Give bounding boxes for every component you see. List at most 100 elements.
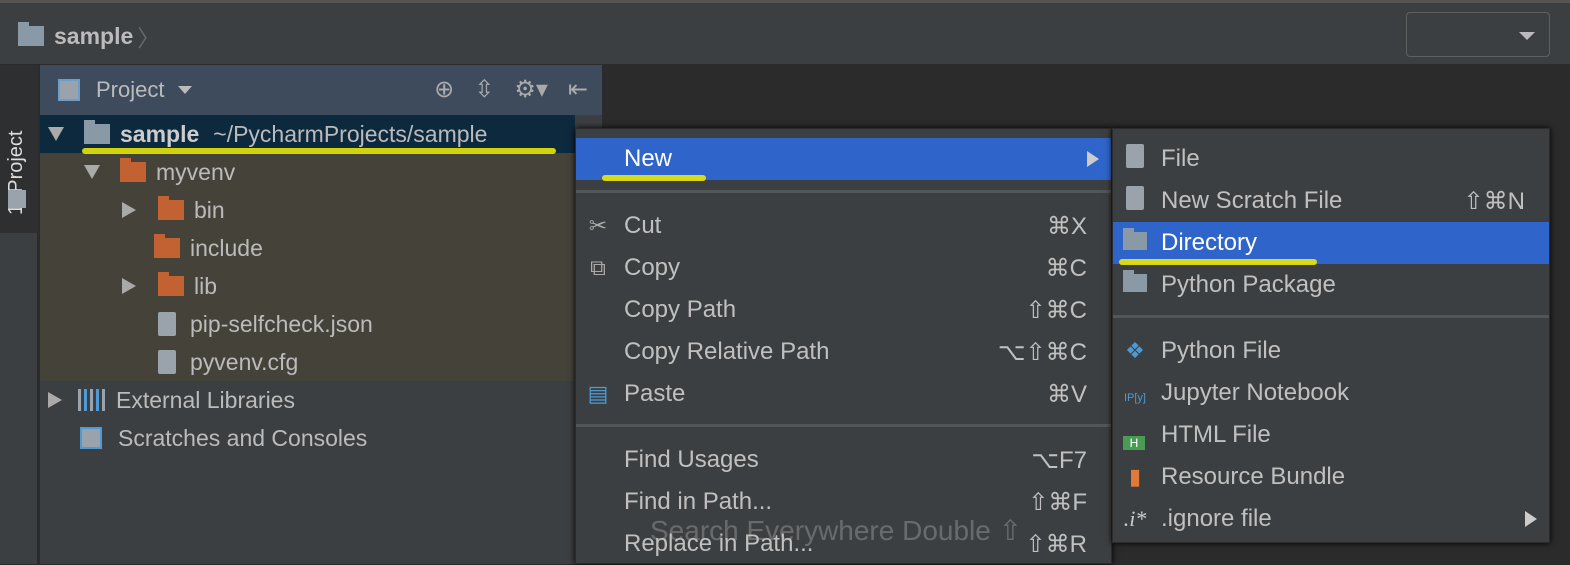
tree-item-lib[interactable]: lib (40, 267, 602, 305)
menu-item-cut[interactable]: ✂ Cut ⌘X (576, 205, 1111, 247)
paste-icon: ▤ (587, 381, 609, 406)
chevron-down-icon[interactable] (178, 86, 193, 94)
menu-item-shortcut: ⇧⌘R (1025, 530, 1087, 558)
menu-item-label: Cut (624, 212, 662, 239)
tree-item-external-libraries[interactable]: External Libraries (40, 381, 602, 419)
tree-item-label: External Libraries (116, 386, 295, 413)
run-config-dropdown[interactable] (1406, 12, 1550, 57)
project-view-icon (58, 79, 80, 101)
tree-item-pyvenv[interactable]: pyvenv.cfg (40, 343, 602, 381)
menu-item-label: Find Usages (624, 446, 759, 473)
annotation-underline (602, 175, 706, 181)
tree-item-scratches[interactable]: Scratches and Consoles (40, 419, 602, 457)
ignore-file-icon: .i* (1123, 506, 1147, 531)
menu-item-label: Copy Path (624, 296, 737, 323)
hide-panel-icon[interactable]: ⇤ (568, 75, 588, 104)
menu-item-label: HTML File (1161, 421, 1271, 448)
menu-item-shortcut: ⇧⌘F (1028, 488, 1087, 516)
menu-item-label: Copy Relative Path (624, 338, 830, 365)
expand-arrow-icon[interactable] (48, 392, 62, 408)
tree-item-label: include (190, 234, 263, 261)
scissors-icon: ✂ (588, 213, 608, 238)
submenu-item-file[interactable]: File (1113, 138, 1549, 180)
tool-window-stripe: 1: Project (0, 65, 38, 564)
json-file-icon (158, 312, 176, 336)
menu-item-shortcut: ⌘V (1046, 380, 1087, 408)
scratches-icon (80, 427, 102, 449)
menu-item-label: New (624, 145, 673, 172)
breadcrumb-item[interactable]: sample (54, 23, 133, 50)
menu-item-label: Jupyter Notebook (1161, 379, 1350, 406)
expand-arrow-icon[interactable] (122, 202, 136, 218)
menu-item-shortcut: ⌥⇧⌘C (997, 338, 1087, 366)
submenu-item-ignore-file[interactable]: .i* .ignore file (1113, 498, 1549, 540)
project-tool-tab[interactable]: 1: Project (0, 65, 38, 233)
python-icon: ❖ (1125, 338, 1145, 363)
folder-icon (158, 272, 184, 296)
jupyter-icon: IP[y] (1123, 392, 1146, 404)
submenu-item-new-scratch-file[interactable]: New Scratch File ⇧⌘N (1113, 180, 1549, 222)
submenu-item-directory[interactable]: Directory (1113, 222, 1549, 264)
tree-item-include[interactable]: include (40, 229, 602, 267)
expand-arrow-icon[interactable] (122, 278, 136, 294)
submenu-item-html-file[interactable]: H HTML File (1113, 414, 1549, 456)
project-panel-header: Project ⊕ ⇳ ⚙▾ ⇤ (40, 65, 602, 115)
expand-arrow-icon[interactable] (84, 165, 100, 179)
libraries-icon (78, 389, 106, 411)
resource-bundle-icon: ▮ (1128, 464, 1142, 489)
folder-icon (120, 158, 146, 182)
navigation-bar: sample 〉 (0, 0, 1570, 65)
menu-item-label: Paste (624, 380, 686, 407)
folder-icon (1121, 228, 1149, 256)
menu-item-shortcut: ⇧⌘N (1463, 187, 1525, 215)
new-submenu: File New Scratch File ⇧⌘N Directory Pytho… (1112, 128, 1550, 543)
tree-item-label: sample (120, 120, 200, 147)
gear-icon[interactable]: ⚙▾ (514, 75, 548, 104)
html-icon: H (1123, 436, 1145, 450)
tree-item-label: pip-selfcheck.json (190, 310, 373, 337)
menu-separator (1113, 315, 1549, 318)
menu-item-label: File (1161, 145, 1200, 172)
menu-item-copy[interactable]: ⧉ Copy ⌘C (576, 247, 1111, 289)
project-view-selector[interactable]: Project (96, 77, 164, 103)
menu-separator (576, 424, 1111, 427)
file-icon (1121, 144, 1149, 174)
breadcrumb-separator: 〉 (137, 25, 161, 51)
menu-item-label: .ignore file (1161, 505, 1272, 532)
expand-arrow-icon[interactable] (48, 127, 64, 141)
submenu-arrow-icon (1525, 511, 1537, 527)
tree-item-myvenv[interactable]: myvenv (40, 153, 602, 191)
submenu-item-python-package[interactable]: Python Package (1113, 264, 1549, 306)
collapse-all-icon[interactable]: ⇳ (474, 75, 494, 104)
menu-item-label: New Scratch File (1161, 187, 1343, 214)
submenu-item-python-file[interactable]: ❖ Python File (1113, 330, 1549, 372)
locate-icon[interactable]: ⊕ (434, 75, 454, 104)
menu-item-shortcut: ⌘X (1046, 212, 1087, 240)
submenu-item-resource-bundle[interactable]: ▮ Resource Bundle (1113, 456, 1549, 498)
breadcrumb[interactable]: sample 〉 (18, 19, 160, 53)
submenu-item-jupyter-notebook[interactable]: IP[y] Jupyter Notebook (1113, 372, 1549, 414)
context-menu: New ✂ Cut ⌘X ⧉ Copy ⌘C Copy Path ⇧⌘C Copy Rel… (575, 128, 1112, 564)
tree-item-label: pyvenv.cfg (190, 348, 299, 375)
editor-empty-hint: Search Everywhere Double ⇧ (650, 515, 1023, 546)
menu-item-label: Python Package (1161, 271, 1336, 298)
tree-item-pip-selfcheck[interactable]: pip-selfcheck.json (40, 305, 602, 343)
folder-icon (158, 196, 184, 220)
text-file-icon (158, 350, 176, 374)
menu-item-new[interactable]: New (576, 138, 1111, 180)
copy-icon: ⧉ (590, 255, 606, 280)
folder-icon (154, 234, 180, 258)
menu-item-find-usages[interactable]: Find Usages ⌥F7 (576, 439, 1111, 481)
menu-item-shortcut: ⇧⌘C (1025, 296, 1087, 324)
menu-item-copy-relative-path[interactable]: Copy Relative Path ⌥⇧⌘C (576, 331, 1111, 373)
menu-separator (576, 190, 1111, 193)
menu-item-shortcut: ⌥F7 (1031, 446, 1087, 474)
package-icon (1121, 270, 1149, 298)
menu-item-label: Directory (1161, 229, 1258, 256)
tree-item-bin[interactable]: bin (40, 191, 602, 229)
tree-item-label: myvenv (156, 158, 236, 185)
folder-icon (84, 120, 110, 144)
menu-item-copy-path[interactable]: Copy Path ⇧⌘C (576, 289, 1111, 331)
submenu-arrow-icon (1087, 151, 1099, 167)
menu-item-paste[interactable]: ▤ Paste ⌘V (576, 373, 1111, 415)
